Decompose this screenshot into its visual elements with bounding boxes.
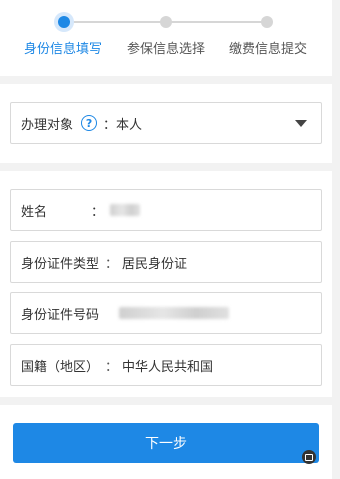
name-field[interactable]: 姓名 ： — [10, 189, 322, 231]
target-select[interactable]: 办理对象 ? ： 本人 — [10, 102, 322, 144]
step-connector — [168, 21, 267, 23]
chevron-down-icon — [295, 120, 307, 127]
id-number-value-redacted — [119, 307, 230, 319]
target-value: 本人 — [116, 117, 143, 133]
nationality-colon: ： — [105, 359, 119, 375]
target-section: 办理对象 ? ： 本人 — [0, 84, 332, 163]
step-dot-payment — [261, 16, 273, 28]
id-type-colon: ： — [105, 256, 119, 272]
help-icon[interactable]: ? — [81, 115, 98, 131]
name-label: 姓名 — [21, 204, 48, 220]
nationality-value: 中华人民共和国 — [122, 359, 214, 375]
nationality-field[interactable]: 国籍（地区） ： 中华人民共和国 — [10, 344, 322, 386]
step-dot-identity — [58, 16, 70, 28]
id-type-value: 居民身份证 — [122, 256, 188, 272]
step-dot-insurance — [160, 16, 172, 28]
next-step-button[interactable]: 下一步 — [13, 423, 319, 463]
step-label-payment: 缴费信息提交 — [229, 42, 308, 57]
id-number-field[interactable]: 身份证件号码 — [10, 292, 322, 334]
id-number-label: 身份证件号码 — [21, 307, 100, 323]
step-connector — [66, 21, 164, 23]
gallery-icon[interactable] — [302, 450, 316, 464]
name-value-redacted — [110, 204, 141, 216]
id-type-label: 身份证件类型 — [21, 256, 100, 272]
step-label-identity: 身份信息填写 — [24, 42, 103, 57]
id-type-field[interactable]: 身份证件类型 ： 居民身份证 — [10, 241, 322, 283]
progress-stepper: 身份信息填写 参保信息选择 缴费信息提交 — [0, 0, 332, 76]
identity-form: 姓名 ： 身份证件类型 ： 居民身份证 身份证件号码 国籍（地区） ： 中华人民… — [0, 171, 332, 397]
name-colon: ： — [91, 204, 105, 220]
target-colon: ： — [103, 117, 117, 133]
target-label: 办理对象 — [21, 117, 74, 133]
right-gutter — [332, 0, 340, 479]
step-label-insurance: 参保信息选择 — [127, 42, 206, 57]
action-section: 下一步 — [0, 405, 332, 479]
nationality-label: 国籍（地区） — [21, 359, 100, 375]
